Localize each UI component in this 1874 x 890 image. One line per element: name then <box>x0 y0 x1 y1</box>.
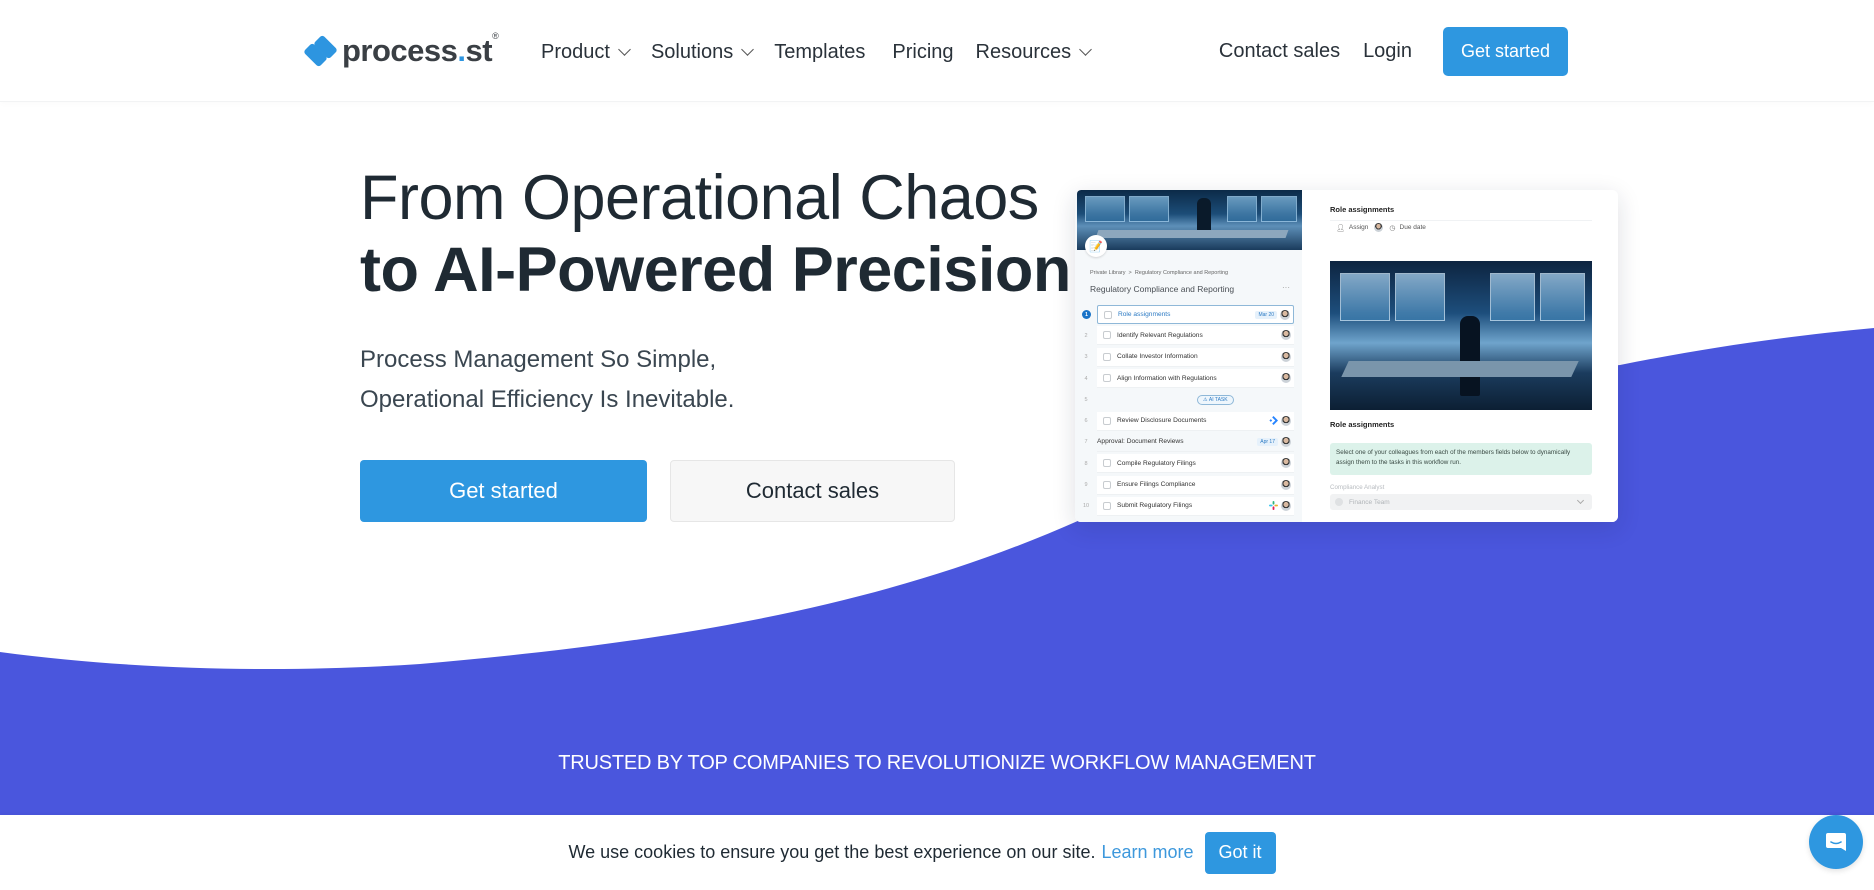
avatar <box>1281 351 1291 362</box>
product-preview-screenshot: 📝 Private Library > Regulatory Complianc… <box>1075 190 1618 522</box>
site-header: process.st® Product Solutions Templates … <box>0 0 1874 102</box>
hero-title-line2: to AI-Powered Precision <box>360 235 1071 305</box>
more-options-icon: ··· <box>1282 283 1290 292</box>
cookie-message: We use cookies to ensure you get the bes… <box>568 842 1096 862</box>
checklist-panel: 📝 Private Library > Regulatory Complianc… <box>1075 190 1302 522</box>
cookie-banner: We use cookies to ensure you get the bes… <box>0 815 1874 890</box>
avatar <box>1374 223 1384 232</box>
header-actions: Contact sales Login Get started <box>1219 27 1568 76</box>
hero-subtitle-line1: Process Management So Simple, <box>360 346 717 373</box>
task-checkbox <box>1104 310 1112 319</box>
template-title: Regulatory Compliance and Reporting <box>1090 284 1235 294</box>
hero-contact-sales-button[interactable]: Contact sales <box>670 460 955 522</box>
task-item: 3 Collate Investor Information <box>1075 347 1302 368</box>
task-checkbox <box>1103 331 1111 340</box>
header-contact-sales-link[interactable]: Contact sales <box>1219 40 1340 63</box>
avatar <box>1281 479 1291 490</box>
hero-title: From Operational Chaos to AI-Powered Pre… <box>360 162 1071 306</box>
task-item: 8 Compile Regulatory Filings <box>1075 453 1302 474</box>
avatar <box>1280 309 1290 320</box>
nav-resources[interactable]: Resources <box>976 41 1092 64</box>
cookie-accept-button[interactable]: Got it <box>1204 831 1276 874</box>
assign-label: Assign <box>1348 224 1369 231</box>
task-checkbox <box>1103 501 1111 510</box>
chat-launcher-button[interactable] <box>1809 815 1863 869</box>
avatar <box>1281 330 1291 341</box>
logo-mark-icon <box>303 34 338 68</box>
template-cover-image <box>1077 190 1302 250</box>
hero-cta-group: Get started Contact sales <box>360 460 955 522</box>
task-item-approval: 7 Approval: Document Reviews Apr 17 <box>1075 432 1302 453</box>
hero-get-started-button[interactable]: Get started <box>360 460 647 522</box>
task-checkbox <box>1103 352 1111 361</box>
nav-templates[interactable]: Templates <box>774 41 865 64</box>
avatar <box>1281 415 1291 426</box>
trusted-by-heading: TRUSTED BY TOP COMPANIES TO REVOLUTIONIZ… <box>558 752 1316 774</box>
cookie-learn-more-link[interactable]: Learn more <box>1101 842 1193 863</box>
task-detail-title: Role assignments <box>1330 205 1395 214</box>
task-item: 2 Identify Relevant Regulations <box>1075 325 1302 346</box>
header-get-started-button[interactable]: Get started <box>1443 27 1568 76</box>
task-item: 10 Submit Regulatory Filings <box>1075 496 1302 517</box>
chevron-down-icon <box>1079 43 1092 56</box>
logo-wordmark: process.st® <box>342 31 499 68</box>
task-item-ai: 5 ⚠ AI TASK <box>1075 389 1302 410</box>
chevron-down-icon <box>741 43 755 56</box>
task-checkbox <box>1103 374 1111 383</box>
task-checkbox <box>1103 416 1111 425</box>
hero-section: From Operational Chaos to AI-Powered Pre… <box>360 162 1071 420</box>
task-detail-panel: Role assignments 👤︎ Assign ◷ Due date Ro… <box>1302 190 1618 522</box>
slack-icon <box>1269 501 1278 511</box>
avatar <box>1281 373 1291 384</box>
clock-icon: ◷ <box>1389 224 1396 232</box>
nav-pricing[interactable]: Pricing <box>892 41 953 64</box>
avatar <box>1281 436 1291 447</box>
role-assignments-heading: Role assignments <box>1330 420 1395 429</box>
avatar <box>1281 500 1291 511</box>
nav-solutions[interactable]: Solutions <box>651 41 755 64</box>
compliance-analyst-select: Finance Team <box>1330 494 1592 510</box>
role-assignments-note: Select one of your colleagues from each … <box>1330 443 1592 475</box>
user-icon: 👤︎ <box>1336 224 1345 232</box>
hero-subtitle-line2: Operational Efficiency Is Inevitable. <box>360 386 735 413</box>
login-link[interactable]: Login <box>1363 40 1412 63</box>
main-nav: Product Solutions Templates Pricing Reso… <box>541 37 1112 67</box>
task-item: 4 Align Information with Regulations <box>1075 368 1302 389</box>
jira-icon <box>1269 416 1278 426</box>
preview-breadcrumb: Private Library > Regulatory Compliance … <box>1090 270 1229 276</box>
chevron-down-icon <box>618 43 631 56</box>
task-detail-image <box>1330 261 1592 410</box>
task-checkbox <box>1103 480 1111 489</box>
notepad-icon: 📝 <box>1085 235 1107 257</box>
task-item: 6 Review Disclosure Documents <box>1075 410 1302 431</box>
nav-product[interactable]: Product <box>541 41 631 64</box>
task-list: 1 Role assignments Mar 20 2 Identify Rele… <box>1075 304 1302 517</box>
hero-subtitle: Process Management So Simple, Operationa… <box>360 340 1071 420</box>
task-item: 1 Role assignments Mar 20 <box>1075 304 1302 325</box>
avatar <box>1281 458 1291 469</box>
task-meta-bar: 👤︎ Assign ◷ Due date <box>1330 220 1592 234</box>
task-checkbox <box>1103 459 1111 468</box>
process-st-logo[interactable]: process.st® <box>303 31 499 69</box>
hero-title-line1: From Operational Chaos <box>360 163 1039 233</box>
compliance-analyst-label: Compliance Analyst <box>1330 484 1385 491</box>
chevron-down-icon <box>1576 496 1585 505</box>
ai-task-badge: ⚠ AI TASK <box>1197 394 1234 405</box>
chat-bubble-icon <box>1826 833 1846 851</box>
group-icon <box>1335 498 1343 506</box>
task-item: 9 Ensure Filings Compliance <box>1075 474 1302 495</box>
due-date-label: Due date <box>1399 224 1426 231</box>
